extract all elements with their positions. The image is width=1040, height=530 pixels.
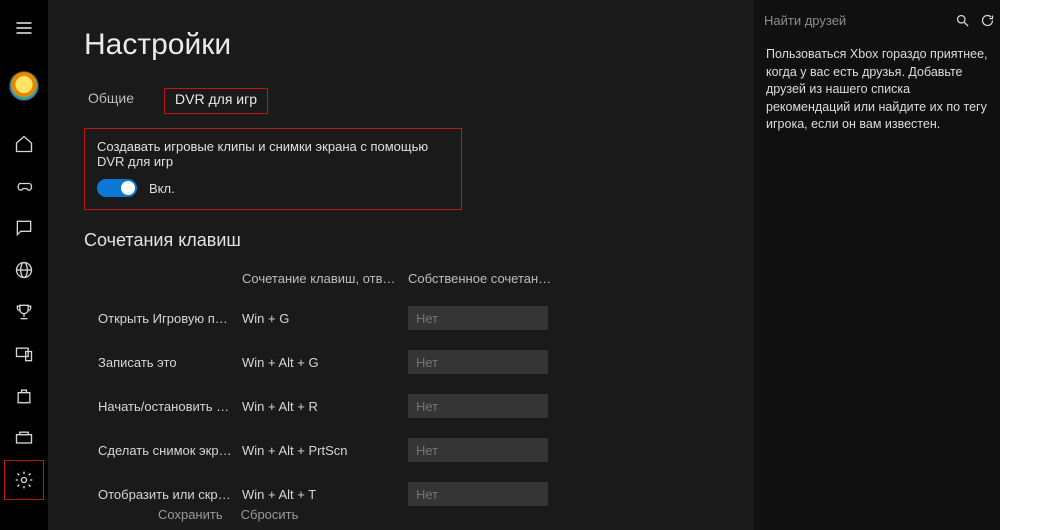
friends-search-input[interactable] [754,0,950,40]
friends-empty-message: Пользоваться Xbox гораздо приятнее, когд… [754,40,1000,134]
app-window: Настройки Общие DVR для игр Создавать иг… [0,0,1000,530]
page-title: Настройки [84,28,754,62]
shortcut-custom-input[interactable] [408,438,548,462]
nav-settings-icon[interactable] [4,460,44,500]
nav-devices-icon[interactable] [4,334,44,374]
nav-chat-icon[interactable] [4,208,44,248]
nav-trophy-icon[interactable] [4,292,44,332]
shortcut-default: Win + G [242,311,400,326]
col-head-custom: Собственное сочетание к… [408,271,558,286]
nav-home-icon[interactable] [4,124,44,164]
avatar[interactable] [4,66,44,106]
dvr-toggle-switch[interactable] [97,179,137,197]
shortcut-default: Win + Alt + T [242,487,400,502]
shortcut-name: Начать/остановить зап… [84,399,234,414]
footer-actions: Сохранить Сбросить [158,507,298,522]
shortcut-custom-input[interactable] [408,350,548,374]
nav-store-icon[interactable] [4,376,44,416]
shortcut-name: Записать это [84,355,234,370]
save-button[interactable]: Сохранить [158,507,223,522]
shortcut-name: Сделать снимок экрана [84,443,234,458]
refresh-icon[interactable] [975,0,1000,40]
main-content: Настройки Общие DVR для игр Создавать иг… [48,0,754,530]
shortcut-custom-input[interactable] [408,394,548,418]
nav-globe-icon[interactable] [4,250,44,290]
reset-button[interactable]: Сбросить [241,507,299,522]
shortcut-default: Win + Alt + R [242,399,400,414]
settings-tabs: Общие DVR для игр [84,88,754,114]
friends-search-row [754,0,1000,40]
shortcut-custom-input[interactable] [408,306,548,330]
shortcut-default: Win + Alt + PrtScn [242,443,400,458]
shortcuts-heading: Сочетания клавиш [84,230,754,251]
nav-rail [0,0,48,530]
tab-dvr[interactable]: DVR для игр [164,88,268,114]
dvr-toggle-state: Вкл. [149,181,175,196]
search-icon[interactable] [950,0,975,40]
shortcut-table: Сочетание клавиш, отве… Собственное соче… [84,271,754,506]
dvr-toggle-label: Создавать игровые клипы и снимки экрана … [97,139,447,169]
friends-panel: Пользоваться Xbox гораздо приятнее, когд… [754,0,1000,530]
shortcut-name: Открыть Игровую пан… [84,311,234,326]
nav-captures-icon[interactable] [4,418,44,458]
dvr-toggle-block: Создавать игровые клипы и снимки экрана … [84,128,462,210]
tab-general[interactable]: Общие [84,88,138,114]
shortcut-name: Отобразить или скрыт… [84,487,234,502]
shortcut-custom-input[interactable] [408,482,548,506]
nav-controller-icon[interactable] [4,166,44,206]
hamburger-menu-icon[interactable] [4,8,44,48]
shortcut-default: Win + Alt + G [242,355,400,370]
col-head-default: Сочетание клавиш, отве… [242,271,400,286]
